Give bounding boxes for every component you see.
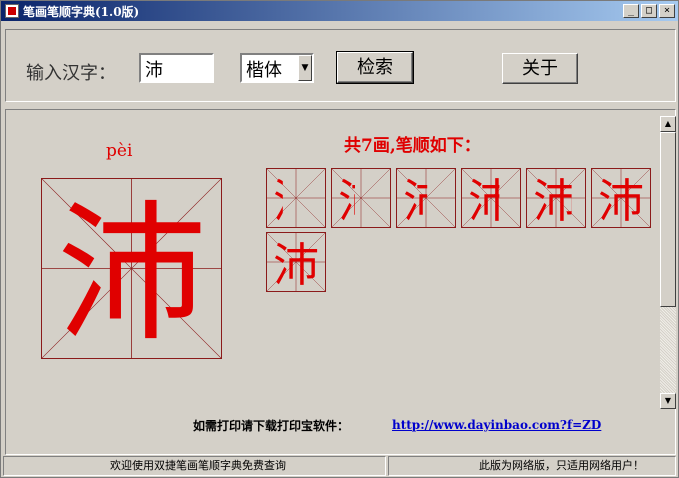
close-button[interactable]: ×: [659, 4, 675, 18]
window-controls: _ □ ×: [623, 4, 675, 18]
status-welcome: 欢迎使用双捷笔画笔顺字典免费查询: [3, 456, 386, 476]
stroke-step: 沛: [266, 168, 326, 228]
scroll-down-icon[interactable]: ▼: [660, 393, 676, 409]
input-label: 输入汉字：: [26, 63, 116, 84]
vertical-scrollbar[interactable]: ▲ ▼: [660, 116, 676, 409]
title-bar: 笔画笔顺字典(1.0版) _ □ ×: [1, 1, 678, 21]
font-select[interactable]: 楷体 ▼: [240, 53, 314, 83]
search-panel: 输入汉字： 沛 楷体 ▼ 检索 关于: [5, 29, 676, 102]
status-edition: 此版为网络版，只适用网络用户！: [388, 456, 676, 476]
character-input[interactable]: 沛: [139, 53, 214, 83]
scrollbar-thumb[interactable]: [660, 132, 676, 307]
pinyin-label: pèi: [106, 141, 133, 161]
step-glyph: 沛: [598, 174, 644, 228]
step-glyph: 沛: [273, 238, 319, 292]
font-select-value: 楷体: [246, 60, 282, 81]
stroke-step: 沛: [331, 168, 391, 228]
character-grid: 沛: [41, 178, 222, 359]
maximize-button[interactable]: □: [641, 4, 657, 18]
print-software-link[interactable]: http://www.dayinbao.com?f=ZD: [392, 418, 601, 432]
about-button[interactable]: 关于: [502, 53, 578, 84]
status-bar: 欢迎使用双捷笔画笔顺字典免费查询 此版为网络版，只适用网络用户！: [1, 456, 678, 477]
minimize-button[interactable]: _: [623, 4, 639, 18]
print-note: 如需打印请下载打印宝软件：: [193, 419, 350, 433]
search-button[interactable]: 检索: [336, 51, 414, 84]
stroke-step: 沛: [591, 168, 651, 228]
stroke-step: 沛: [526, 168, 586, 228]
app-book-icon: [5, 4, 19, 18]
dropdown-arrow-icon[interactable]: ▼: [298, 55, 312, 81]
character-glyph: 沛: [56, 188, 206, 359]
stroke-count-label: 共7画,笔顺如下：: [344, 136, 481, 156]
stroke-step: 沛: [461, 168, 521, 228]
stroke-step: 沛: [266, 232, 326, 292]
scroll-up-icon[interactable]: ▲: [660, 116, 676, 132]
window-title: 笔画笔顺字典(1.0版): [23, 4, 140, 19]
app-window: 笔画笔顺字典(1.0版) _ □ × 输入汉字： 沛 楷体 ▼ 检索 关于 pè…: [0, 0, 679, 478]
stroke-step: 沛: [396, 168, 456, 228]
